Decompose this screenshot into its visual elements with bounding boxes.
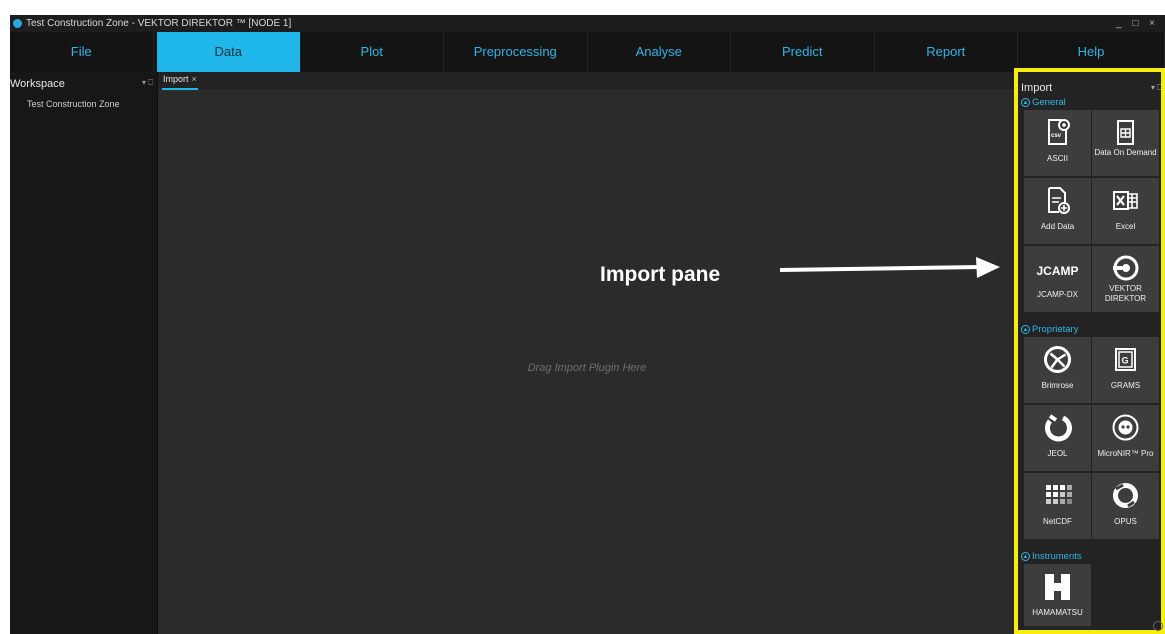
tab-strip: Import ×	[158, 72, 1016, 91]
menu-report[interactable]: Report	[875, 32, 1018, 72]
brimrose-logo-icon	[1044, 346, 1071, 373]
main-menu-bar: File Data Plot Preprocessing Analyse Pre…	[10, 32, 1165, 72]
workspace-panel: Workspace ▾ ⎕ Test Construction Zone	[10, 72, 158, 634]
tile-data-on-demand[interactable]: Data On Demand	[1092, 110, 1159, 176]
tile-vektor-direktor[interactable]: VEKTOR DIREKTOR	[1092, 246, 1159, 312]
workspace-item[interactable]: Test Construction Zone	[27, 99, 120, 109]
tile-label: Data On Demand	[1094, 148, 1157, 157]
tile-label: HAMAMATSU	[1032, 608, 1083, 617]
tile-add-data[interactable]: Add Data	[1024, 178, 1091, 244]
tile-label: JEOL	[1047, 449, 1068, 458]
import-pin-icon[interactable]: ▾ ⎕	[1151, 83, 1162, 93]
document-area: Import × Drag Import Plugin Here	[158, 72, 1016, 634]
tile-micronir-pro[interactable]: MicroNIR™ Pro	[1092, 405, 1159, 471]
workspace-pin-icon[interactable]: ▾ ⎕	[142, 78, 153, 88]
tile-label: ASCII	[1047, 154, 1068, 163]
section-general[interactable]: ▲ General	[1021, 97, 1066, 108]
menu-data[interactable]: Data	[157, 32, 301, 72]
app-window: Test Construction Zone - VEKTOR DIREKTOR…	[10, 15, 1165, 634]
add-document-icon	[1048, 187, 1070, 214]
tile-opus[interactable]: OPUS	[1092, 473, 1159, 539]
title-bar: Test Construction Zone - VEKTOR DIREKTOR…	[10, 15, 1165, 32]
drop-zone-placeholder[interactable]: Drag Import Plugin Here	[158, 362, 1016, 374]
tile-hamamatsu[interactable]: HAMAMATSU	[1024, 564, 1091, 626]
collapse-icon: ▲	[1021, 324, 1030, 334]
tile-label: Add Data	[1040, 222, 1075, 231]
tile-label: NetCDF	[1043, 517, 1072, 526]
netcdf-grid-icon	[1046, 485, 1072, 504]
grams-icon: G	[1115, 348, 1136, 371]
tab-close-icon[interactable]: ×	[192, 74, 197, 84]
tile-netcdf[interactable]: NetCDF	[1024, 473, 1091, 539]
tile-brimrose[interactable]: Brimrose	[1024, 337, 1091, 403]
window-controls[interactable]: _ □ ×	[1116, 15, 1159, 32]
menu-analyse[interactable]: Analyse	[588, 32, 731, 72]
tile-excel[interactable]: Excel	[1092, 178, 1159, 244]
annotation-label: Import pane	[600, 263, 721, 286]
jcamp-logo-icon: JCAMP	[1036, 264, 1079, 278]
document-grid-icon	[1117, 120, 1134, 145]
tile-label: MicroNIR™ Pro	[1097, 449, 1154, 458]
section-proprietary[interactable]: ▲ Proprietary	[1021, 324, 1078, 335]
tab-import[interactable]: Import ×	[162, 74, 198, 90]
micronir-logo-icon	[1112, 414, 1139, 441]
import-panel-title: Import	[1021, 82, 1053, 94]
menu-plot[interactable]: Plot	[301, 32, 444, 72]
jeol-logo-icon	[1044, 414, 1072, 442]
scroll-indicator-icon[interactable]	[1153, 621, 1163, 631]
menu-predict[interactable]: Predict	[731, 32, 875, 72]
excel-icon	[1113, 191, 1138, 210]
tile-label: GRAMS	[1110, 381, 1141, 390]
menu-help[interactable]: Help	[1018, 32, 1165, 72]
tile-label: Brimrose	[1041, 381, 1074, 390]
section-instruments[interactable]: ▲ Instruments	[1021, 551, 1082, 562]
workspace-title: Workspace	[10, 78, 65, 90]
vektor-logo-icon	[1113, 255, 1139, 281]
opus-logo-icon	[1113, 483, 1138, 508]
collapse-icon: ▲	[1021, 97, 1030, 107]
tile-label: JCAMP-DX	[1037, 290, 1078, 299]
svg-text:G: G	[1122, 356, 1129, 366]
tile-label: VEKTOR DIREKTOR	[1104, 284, 1147, 303]
tile-ascii[interactable]: csv ASCII	[1024, 110, 1091, 176]
collapse-icon: ▲	[1021, 551, 1030, 561]
hamamatsu-logo-icon	[1045, 574, 1070, 600]
menu-preprocessing[interactable]: Preprocessing	[444, 32, 588, 72]
annotation-arrow-icon	[780, 257, 1000, 278]
menu-file[interactable]: File	[10, 32, 154, 72]
app-logo-icon	[13, 19, 22, 28]
csv-file-icon: csv	[1048, 119, 1070, 145]
tile-jeol[interactable]: JEOL	[1024, 405, 1091, 471]
tile-grams[interactable]: G GRAMS	[1092, 337, 1159, 403]
tile-jcamp-dx[interactable]: JCAMP JCAMP-DX	[1024, 246, 1091, 312]
tile-label: Excel	[1115, 222, 1136, 231]
workspace-header: Workspace ▾ ⎕	[10, 78, 157, 92]
svg-text:csv: csv	[1051, 133, 1062, 139]
tab-import-label: Import	[163, 74, 189, 84]
window-title: Test Construction Zone - VEKTOR DIREKTOR…	[26, 18, 292, 29]
tile-label: OPUS	[1114, 517, 1137, 526]
